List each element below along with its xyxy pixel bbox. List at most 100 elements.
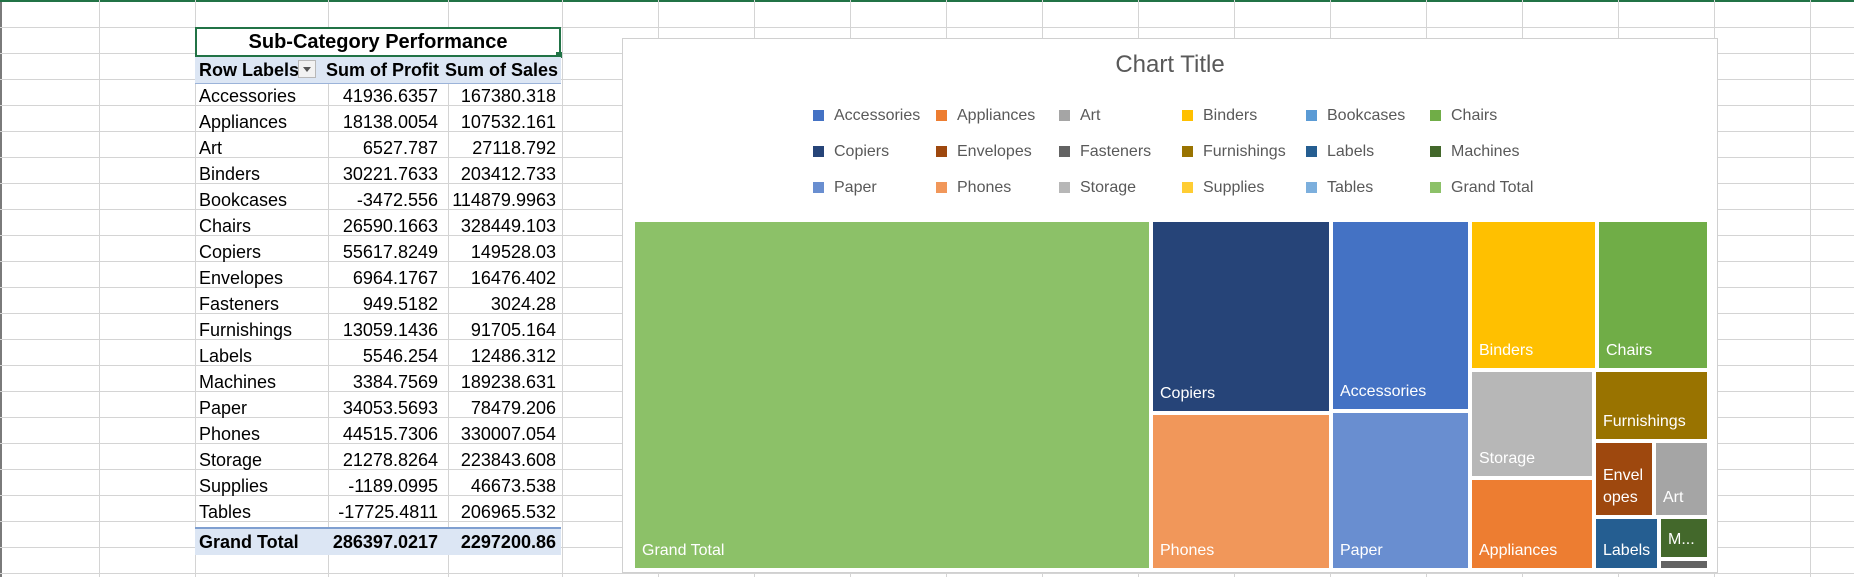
pivot-row[interactable]: Furnishings 13059.1436 91705.164 (195, 317, 561, 343)
treemap-tile-label: Grand Total (642, 542, 725, 559)
sales-value: 27118.792 (472, 138, 556, 158)
sales-value: 78479.206 (470, 398, 556, 418)
pivot-row[interactable]: Accessories 41936.6357 167380.318 (195, 83, 561, 109)
sales-value: 107532.161 (460, 112, 556, 132)
treemap-tile-labels[interactable]: Labels (1595, 518, 1658, 569)
pivot-row[interactable]: Supplies -1189.0995 46673.538 (195, 473, 561, 499)
pivot-row[interactable]: Fasteners 949.5182 3024.28 (195, 291, 561, 317)
treemap-tile-appliances[interactable]: Appliances (1471, 479, 1593, 569)
sales-value: 206965.532 (460, 502, 556, 522)
row-label: Paper (199, 398, 248, 418)
profit-value: 5546.254 (362, 346, 438, 366)
treemap-tile-label: M... (1668, 531, 1695, 548)
treemap-tile-furnishings[interactable]: Furnishings (1595, 371, 1708, 440)
treemap-tile-label: Labels (1603, 542, 1651, 559)
profit-value: 6527.787 (362, 138, 438, 158)
profit-value: 26590.1663 (342, 216, 438, 236)
row-label: Chairs (199, 216, 252, 236)
pivot-row[interactable]: Binders 30221.7633 203412.733 (195, 161, 561, 187)
column-gridline (1810, 0, 1811, 577)
treemap-tile-label: Envel opes (1603, 467, 1644, 506)
treemap-chart[interactable]: Chart Title Accessories Appliances Art Bind… (622, 38, 1718, 573)
selected-row-indicator (0, 0, 1854, 2)
grand-total-label: Grand Total (199, 532, 299, 552)
sum-of-profit-header[interactable]: Sum of Profit (326, 57, 440, 83)
row-label: Machines (199, 372, 277, 392)
pivot-row[interactable]: Appliances 18138.0054 107532.161 (195, 109, 561, 135)
sales-value: 167380.318 (460, 86, 556, 106)
treemap-tile-label: Chairs (1606, 342, 1653, 359)
sales-value: 91705.164 (470, 320, 556, 340)
row-label: Accessories (199, 86, 297, 106)
sum-of-sales-header[interactable]: Sum of Sales (445, 57, 559, 83)
treemap-tile-envelopes[interactable]: Envel opes (1595, 442, 1653, 516)
profit-value: 30221.7633 (342, 164, 438, 184)
column-gridline (562, 0, 563, 577)
pivot-row[interactable]: Paper 34053.5693 78479.206 (195, 395, 561, 421)
treemap-tile-accessories[interactable]: Accessories (1332, 221, 1469, 410)
treemap-tile-art[interactable]: Art (1655, 442, 1708, 516)
profit-value: 55617.8249 (342, 242, 438, 262)
sales-value: 328449.103 (460, 216, 556, 236)
row-label: Fasteners (199, 294, 280, 314)
treemap-tile-chairs[interactable]: Chairs (1598, 221, 1708, 369)
profit-value: -1189.0995 (348, 476, 438, 496)
sales-value: 149528.03 (470, 242, 556, 262)
row-label: Copiers (199, 242, 262, 262)
treemap-tile-fasteners[interactable] (1660, 560, 1708, 569)
treemap-tile-label: Copiers (1160, 385, 1216, 402)
profit-value: 6964.1767 (352, 268, 438, 288)
row-label: Tables (199, 502, 252, 522)
treemap-tile-grand-total[interactable]: Grand Total (634, 221, 1150, 569)
treemap-tile-paper[interactable]: Paper (1332, 412, 1469, 569)
pivot-row[interactable]: Tables -17725.4811 206965.532 (195, 499, 561, 525)
profit-value: 34053.5693 (342, 398, 438, 418)
profit-value: -17725.4811 (338, 502, 438, 522)
treemap-tile-label: Art (1663, 489, 1684, 506)
filter-dropdown-icon[interactable] (298, 60, 316, 78)
treemap-tile-label: Furnishings (1603, 413, 1686, 430)
pivot-row[interactable]: Labels 5546.254 12486.312 (195, 343, 561, 369)
sales-value: 330007.054 (460, 424, 556, 444)
pivot-row[interactable]: Copiers 55617.8249 149528.03 (195, 239, 561, 265)
pivot-row[interactable]: Envelopes 6964.1767 16476.402 (195, 265, 561, 291)
sales-value: 114879.9963 (452, 190, 556, 210)
row-label: Art (199, 138, 223, 158)
profit-value: 44515.7306 (342, 424, 438, 444)
treemap-tile-storage[interactable]: Storage (1471, 371, 1593, 477)
pivot-row[interactable]: Storage 21278.8264 223843.608 (195, 447, 561, 473)
row-label: Envelopes (199, 268, 284, 288)
treemap-tile-label: Appliances (1479, 542, 1558, 559)
row-label: Binders (199, 164, 261, 184)
treemap-plot-area[interactable]: Grand Total Copiers Phones Accessories Paper… (623, 39, 1717, 572)
row-gridline (0, 573, 1854, 574)
pivot-title-cell[interactable]: Sub-Category Performance (195, 27, 561, 57)
treemap-tile-label: Accessories (1340, 383, 1427, 400)
profit-value: 949.5182 (362, 294, 438, 314)
pivot-row[interactable]: Chairs 26590.1663 328449.103 (195, 213, 561, 239)
sales-value: 203412.733 (460, 164, 556, 184)
treemap-tile-label: Paper (1340, 542, 1383, 559)
sales-value: 3024.28 (490, 294, 556, 314)
grand-total-row[interactable]: Grand Total 286397.0217 2297200.86 (195, 527, 561, 555)
sales-value: 12486.312 (470, 346, 556, 366)
treemap-tile-label: Binders (1479, 342, 1534, 359)
row-label: Phones (199, 424, 261, 444)
treemap-tile-label: Phones (1160, 542, 1215, 559)
pivot-row[interactable]: Bookcases -3472.556 114879.9963 (195, 187, 561, 213)
treemap-tile-machines[interactable]: M... (1660, 518, 1708, 558)
pivot-row[interactable]: Art 6527.787 27118.792 (195, 135, 561, 161)
pivot-row[interactable]: Phones 44515.7306 330007.054 (195, 421, 561, 447)
sales-value: 46673.538 (470, 476, 556, 496)
pivot-row[interactable]: Machines 3384.7569 189238.631 (195, 369, 561, 395)
profit-value: 13059.1436 (342, 320, 438, 340)
row-label: Storage (199, 450, 263, 470)
treemap-tile-binders[interactable]: Binders (1471, 221, 1596, 369)
profit-value: 18138.0054 (342, 112, 438, 132)
pivot-header-row: Row Labels Sum of Profit Sum of Sales (195, 57, 561, 84)
treemap-tile-copiers[interactable]: Copiers (1152, 221, 1330, 412)
treemap-tile-phones[interactable]: Phones (1152, 414, 1330, 569)
row-label: Bookcases (199, 190, 288, 210)
row-label: Appliances (199, 112, 288, 132)
column-gridline (99, 0, 100, 577)
